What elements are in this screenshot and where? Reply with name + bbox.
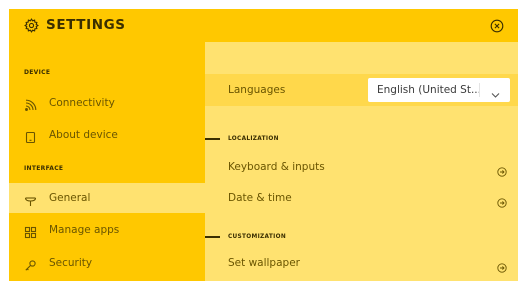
section-heading-customization: CUSTOMIZATION <box>205 230 286 244</box>
heading-dash <box>205 236 220 238</box>
set-wallpaper-row[interactable]: Set wallpaper <box>205 249 518 277</box>
sidebar-item-security[interactable]: Security <box>9 248 205 278</box>
heading-dash <box>205 138 220 140</box>
languages-row: Languages English (United St... <box>205 74 518 106</box>
sidebar-item-label: Security <box>49 257 93 269</box>
localization-heading-text: LOCALIZATION <box>228 136 279 142</box>
keyboard-inputs-label: Keyboard & inputs <box>228 161 325 173</box>
sidebar-item-about-device[interactable]: About device <box>9 120 205 150</box>
language-select-value: English (United St... <box>377 84 481 96</box>
sidebar-item-manage-apps[interactable]: Manage apps <box>9 215 205 245</box>
sidebar-item-label: Manage apps <box>49 224 120 236</box>
wifi-icon <box>24 97 37 111</box>
page-title: SETTINGS <box>46 17 126 33</box>
date-time-label: Date & time <box>228 192 292 204</box>
arrow-right-circle-icon[interactable] <box>497 258 507 273</box>
close-icon[interactable] <box>490 18 504 33</box>
customization-heading-text: CUSTOMIZATION <box>228 234 286 240</box>
keyboard-inputs-row[interactable]: Keyboard & inputs <box>205 153 518 181</box>
main-panel: Languages English (United St... LOCALIZA… <box>205 42 518 281</box>
languages-label: Languages <box>228 84 286 96</box>
sidebar-item-general[interactable]: General <box>9 183 205 213</box>
sidebar-item-connectivity[interactable]: Connectivity <box>9 88 205 118</box>
antenna-icon <box>24 192 37 206</box>
set-wallpaper-label: Set wallpaper <box>228 257 300 269</box>
device-icon <box>24 129 37 143</box>
arrow-right-circle-icon[interactable] <box>497 193 507 208</box>
key-icon <box>24 257 37 271</box>
select-divider <box>479 83 480 97</box>
sidebar-item-label: Connectivity <box>49 97 115 109</box>
settings-window: SETTINGS DEVICE Connectivity About devic… <box>9 9 518 281</box>
title-bar: SETTINGS <box>9 9 518 42</box>
arrow-right-circle-icon[interactable] <box>497 162 507 177</box>
section-heading-device: DEVICE <box>24 69 51 76</box>
apps-grid-icon <box>24 224 37 238</box>
chevron-down-icon[interactable] <box>490 85 501 98</box>
language-select[interactable]: English (United St... <box>368 78 510 102</box>
section-heading-interface: INTERFACE <box>24 165 64 172</box>
sidebar: DEVICE Connectivity About device INTERFA… <box>9 42 205 281</box>
date-time-row[interactable]: Date & time <box>205 184 518 212</box>
section-heading-localization: LOCALIZATION <box>205 132 279 146</box>
gear-icon <box>24 18 39 33</box>
sidebar-item-label: About device <box>49 129 118 141</box>
sidebar-item-label: General <box>49 192 91 204</box>
